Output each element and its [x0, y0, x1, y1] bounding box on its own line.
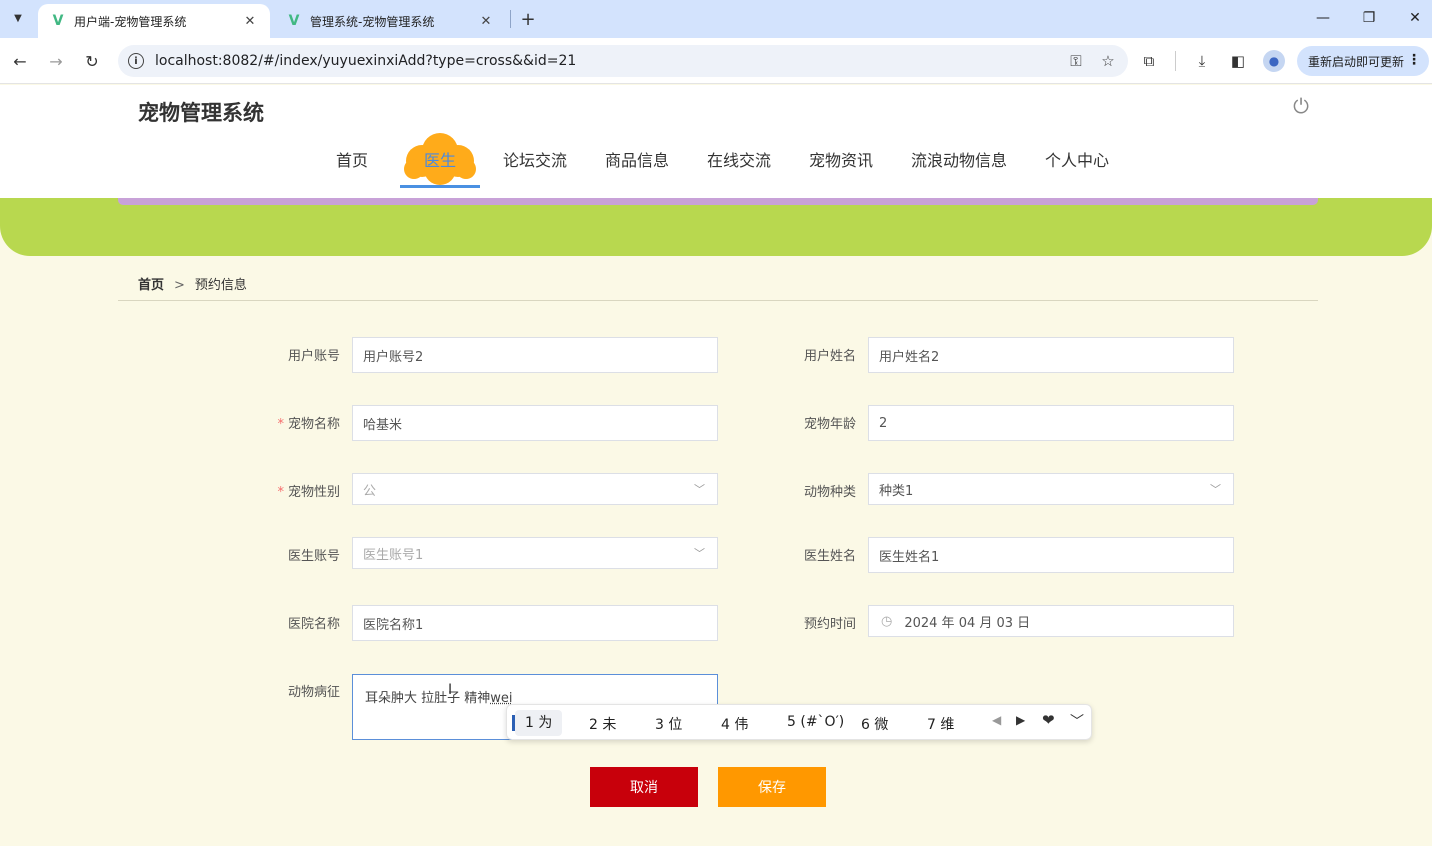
- chevron-down-icon: ﹀: [694, 483, 705, 496]
- site-title: 宠物管理系统: [138, 101, 264, 125]
- pet-age-label: 宠物年龄: [803, 417, 856, 432]
- address-bar[interactable]: i localhost:8082/#/index/yuyuexinxiAdd?t…: [118, 45, 1128, 77]
- url-text[interactable]: localhost:8082/#/index/yuyuexinxiAdd?typ…: [155, 53, 1064, 69]
- breadcrumb-divider: [118, 300, 1318, 301]
- breadcrumb-separator: >: [174, 278, 185, 293]
- ime-candidate[interactable]: 3 位: [655, 714, 682, 734]
- nav-forum[interactable]: 论坛交流: [503, 147, 567, 171]
- ime-prev-page-icon[interactable]: ◀: [992, 713, 1001, 727]
- browser-toolbar: ← → ↻ i localhost:8082/#/index/yuyuexinx…: [0, 38, 1432, 84]
- hospital-name-input[interactable]: 医院名称1: [352, 605, 718, 641]
- appointment-time-label: 预约时间: [803, 617, 856, 632]
- restore-icon[interactable]: ❐: [1346, 4, 1392, 32]
- required-asterisk: *: [277, 485, 284, 500]
- more-vert-icon[interactable]: ⋮: [1407, 52, 1421, 68]
- back-arrow-icon[interactable]: ←: [7, 48, 33, 74]
- browser-tab-admin[interactable]: V 管理系统-宠物管理系统 ✕: [274, 4, 506, 38]
- animal-type-select[interactable]: 种类1 ﹀: [868, 473, 1234, 505]
- vue-logo-icon: V: [52, 13, 64, 29]
- ime-expand-chevron-icon[interactable]: ﹀: [1070, 711, 1084, 731]
- banner-accent-line: [118, 198, 1318, 205]
- user-account-label: 用户账号: [287, 349, 340, 364]
- window-close-icon[interactable]: ✕: [1392, 4, 1432, 32]
- star-bookmark-icon[interactable]: ☆: [1096, 49, 1120, 73]
- ime-candidate[interactable]: 2 未: [589, 714, 616, 734]
- pet-gender-select[interactable]: 公 ﹀: [352, 473, 718, 505]
- new-tab-plus-icon[interactable]: +: [517, 8, 539, 30]
- extensions-puzzle-icon[interactable]: ⧉: [1137, 49, 1161, 73]
- user-name-input[interactable]: 用户姓名2: [868, 337, 1234, 373]
- user-name-label: 用户姓名: [803, 349, 856, 364]
- breadcrumb-current: 预约信息: [194, 278, 247, 293]
- nav-products[interactable]: 商品信息: [605, 147, 669, 171]
- symptoms-label: 动物病征: [287, 685, 340, 700]
- nav-active-underline: [400, 185, 480, 188]
- ime-candidate[interactable]: 6 微: [861, 714, 888, 734]
- nav-personal-center[interactable]: 个人中心: [1045, 147, 1109, 171]
- nav-doctor[interactable]: 医生: [424, 147, 456, 171]
- ime-candidate[interactable]: 5 (#`O′): [787, 714, 844, 730]
- ime-candidate-bar: 1 为 2 未 3 位 4 伟 5 (#`O′) 6 微 7 维 ◀ ▶ ❤ ﹀: [506, 704, 1092, 740]
- required-asterisk: *: [277, 417, 284, 432]
- doctor-account-label: 医生账号: [287, 549, 340, 564]
- nav-stray-animals[interactable]: 流浪动物信息: [911, 147, 1007, 171]
- close-icon[interactable]: ✕: [242, 13, 258, 29]
- ime-candidate[interactable]: 1 为: [515, 710, 563, 736]
- minimize-icon[interactable]: —: [1300, 4, 1346, 32]
- key-icon[interactable]: ⚿: [1064, 49, 1088, 73]
- banner: [0, 198, 1432, 256]
- doctor-name-label: 医生姓名: [803, 549, 856, 564]
- ime-candidate[interactable]: 7 维: [927, 714, 954, 734]
- pet-age-input[interactable]: 2: [868, 405, 1234, 441]
- reload-icon[interactable]: ↻: [79, 48, 105, 74]
- breadcrumb: 首页 > 预约信息: [138, 274, 247, 293]
- site-info-icon[interactable]: i: [128, 53, 144, 69]
- browser-tab-user[interactable]: V 用户端-宠物管理系统 ✕: [38, 4, 270, 38]
- vue-logo-icon: V: [288, 13, 300, 29]
- toolbar-divider: [1175, 51, 1176, 71]
- update-button[interactable]: 重新启动即可更新 ⋮: [1297, 46, 1429, 76]
- profile-avatar-icon[interactable]: ●: [1263, 50, 1285, 72]
- pet-gender-label: * 宠物性别: [277, 485, 340, 500]
- ime-candidate[interactable]: 4 伟: [721, 714, 748, 734]
- breadcrumb-home[interactable]: 首页: [138, 278, 164, 293]
- browser-tab-bar: ▼ V 用户端-宠物管理系统 ✕ V 管理系统-宠物管理系统 ✕ + — ❐ ✕: [0, 0, 1432, 38]
- ime-next-page-icon[interactable]: ▶: [1016, 713, 1025, 727]
- download-icon[interactable]: ⤓: [1190, 49, 1214, 73]
- tab-search-chevron-icon[interactable]: ▼: [6, 6, 30, 30]
- appointment-date-picker[interactable]: ◷ 2024 年 04 月 03 日: [868, 605, 1234, 637]
- chevron-down-icon: ﹀: [1210, 483, 1221, 496]
- save-button[interactable]: 保存: [718, 767, 826, 807]
- nav-pet-news[interactable]: 宠物资讯: [809, 147, 873, 171]
- doctor-account-select[interactable]: 医生账号1 ﹀: [352, 537, 718, 569]
- user-account-input[interactable]: 用户账号2: [352, 337, 718, 373]
- animal-type-label: 动物种类: [803, 485, 856, 500]
- tab-divider: [510, 10, 511, 28]
- nav-chat[interactable]: 在线交流: [707, 147, 771, 171]
- text-cursor-icon: I: [448, 682, 453, 698]
- pet-name-input[interactable]: 哈基米: [352, 405, 718, 441]
- doctor-name-input[interactable]: 医生姓名1: [868, 537, 1234, 573]
- cancel-button[interactable]: 取消: [590, 767, 698, 807]
- side-panel-icon[interactable]: ◧: [1226, 49, 1250, 73]
- chevron-down-icon: ﹀: [694, 547, 705, 560]
- forward-arrow-icon[interactable]: →: [43, 48, 69, 74]
- clock-icon: ◷: [881, 613, 893, 629]
- nav-home[interactable]: 首页: [336, 147, 368, 171]
- close-icon[interactable]: ✕: [478, 13, 494, 29]
- site-header: 宠物管理系统 ⏻ 首页 医生 论坛交流 商品信息 在线交流 宠物资讯 流浪动物信…: [0, 85, 1432, 198]
- power-logout-icon[interactable]: ⏻: [1290, 94, 1312, 118]
- hospital-name-label: 医院名称: [287, 617, 340, 632]
- pet-name-label: * 宠物名称: [277, 417, 340, 432]
- ime-emoji-heart-icon[interactable]: ❤: [1042, 711, 1055, 729]
